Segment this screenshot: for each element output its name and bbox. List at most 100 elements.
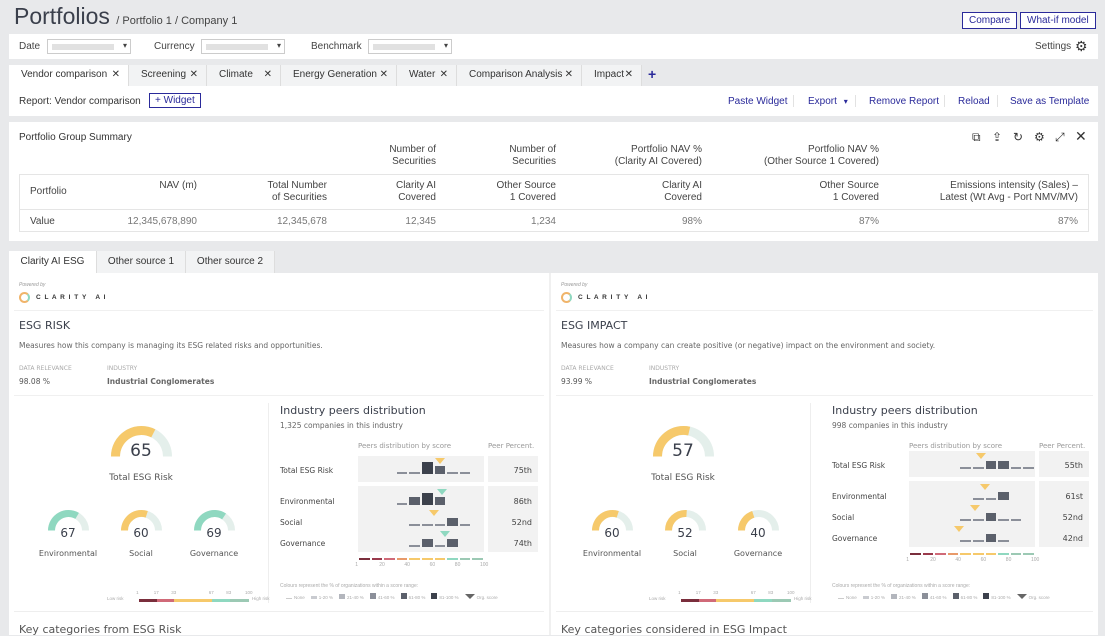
close-tab-icon[interactable]: ✕ (440, 65, 448, 85)
distribution-bin (447, 539, 458, 547)
peer-percentile-header: Peer Percent. (1039, 442, 1086, 450)
axis-color-segment (472, 558, 483, 560)
tab-other-source-1[interactable]: Other source 1 (97, 251, 186, 273)
distribution-bin (434, 545, 446, 547)
column-header[interactable]: Clarity AI Covered (396, 180, 436, 204)
sub-score-value: 69 (206, 526, 222, 540)
legend-label: 21-40 % (899, 595, 916, 600)
peer-percentile-value: 52nd (1062, 513, 1083, 522)
tab-label: Climate (219, 69, 253, 80)
distribution-bin (434, 524, 446, 526)
chart-bg (909, 451, 1035, 477)
tab-impact[interactable]: Impact ✕ (582, 65, 642, 86)
benchmark-select[interactable]: ▾ (368, 39, 452, 54)
remove-report-link[interactable]: Remove Report (869, 96, 939, 107)
scale-low-label: Low risk (649, 596, 666, 601)
tab-other-source-2[interactable]: Other source 2 (186, 251, 275, 273)
axis-color-segment (1010, 553, 1022, 555)
date-select[interactable]: ▾ (47, 39, 131, 54)
gear-icon[interactable]: ⚙ (1034, 130, 1045, 144)
tab-vendor-comparison[interactable]: Vendor comparison ✕ (9, 65, 129, 86)
refresh-icon[interactable]: ↻ (1013, 130, 1023, 144)
tab-climate[interactable]: Climate ✕ (207, 65, 281, 86)
compare-button[interactable]: Compare (962, 12, 1018, 29)
distribution-bin (434, 466, 446, 474)
powered-by-label: Powered by (19, 282, 46, 288)
legend-swatch (400, 593, 407, 599)
settings-label[interactable]: Settings (1035, 41, 1071, 52)
column-header[interactable]: Clarity AI Covered (662, 180, 702, 204)
expand-icon[interactable]: ⤢ (1055, 130, 1065, 145)
save-as-template-link[interactable]: Save as Template (1010, 96, 1089, 107)
column-header[interactable]: Emissions intensity (Sales) – Latest (Wt… (940, 180, 1078, 204)
org-score-legend-icon (464, 594, 475, 599)
divider (14, 395, 544, 396)
what-if-model-button[interactable]: What-if model (1020, 12, 1096, 29)
close-tab-icon[interactable]: ✕ (264, 65, 272, 85)
distribution-bin (409, 524, 420, 526)
divider (556, 611, 1093, 612)
distribution-bin (396, 472, 408, 474)
close-icon[interactable]: ✕ (1075, 128, 1087, 145)
legend-label: 61-80 % (960, 595, 978, 600)
copy-icon[interactable]: ⧉ (972, 130, 981, 145)
distribution-bin (998, 492, 1009, 500)
divider (810, 403, 811, 603)
column-header[interactable]: Total Number of Securities (268, 180, 327, 204)
peers-dist-header: Peers distribution by score (909, 442, 1003, 450)
gear-icon[interactable]: ⚙ (1075, 38, 1088, 55)
legend-swatch (952, 593, 959, 599)
add-widget-button[interactable]: + Widget (149, 93, 201, 108)
add-tab-icon[interactable]: + (648, 66, 656, 82)
scale-segment (716, 599, 754, 602)
upload-icon[interactable]: ⇪ (992, 130, 1002, 144)
column-header[interactable]: Other Source 1 Covered (497, 180, 556, 204)
tab-screening[interactable]: Screening ✕ (129, 65, 207, 86)
divider (556, 395, 1093, 396)
close-tab-icon[interactable]: ✕ (190, 65, 198, 85)
total-score-value: 65 (130, 441, 152, 461)
reload-link[interactable]: Reload (958, 96, 990, 107)
column-header[interactable]: NAV (m) (159, 180, 197, 192)
legend-swatch (862, 595, 869, 599)
esg-impact-panel: Powered by C L A R I T Y A I ESG IMPACT Mea… (551, 273, 1098, 636)
scale-tick: 17 (153, 590, 159, 595)
currency-select[interactable]: ▾ (201, 39, 285, 54)
axis-color-segment (384, 558, 395, 560)
axis-tick: 1 (906, 557, 910, 563)
tab-energy-generation[interactable]: Energy Generation ✕ (281, 65, 397, 86)
close-tab-icon[interactable]: ✕ (565, 65, 573, 85)
data-relevance-label: DATA RELEVANCE (19, 365, 72, 372)
close-tab-icon[interactable]: ✕ (625, 65, 633, 85)
report-label: Report: Vendor comparison (19, 96, 141, 107)
distribution-bin (960, 519, 971, 521)
export-dropdown[interactable]: Export ▾ (808, 96, 848, 107)
peer-percentile-header: Peer Percent. (488, 442, 535, 450)
legend-swatch (838, 598, 844, 599)
column-header[interactable]: Portfolio (30, 186, 67, 198)
close-tab-icon[interactable]: ✕ (380, 65, 388, 85)
sub-score-value: 67 (60, 526, 76, 540)
axis-tick: 40 (404, 562, 410, 568)
paste-widget-link[interactable]: Paste Widget (728, 96, 787, 107)
axis-color-segment (985, 553, 997, 555)
distribution-bin (960, 467, 971, 469)
distribution-bin (1010, 519, 1022, 521)
industry-value: Industrial Conglomerates (107, 377, 215, 386)
tab-clarity-ai-esg[interactable]: Clarity AI ESG (9, 251, 97, 273)
benchmark-label: Benchmark (311, 41, 362, 52)
column-header[interactable]: Other Source 1 Covered (820, 180, 879, 204)
distribution-bin (985, 461, 997, 469)
close-tab-icon[interactable]: ✕ (112, 65, 120, 85)
tab-water[interactable]: Water ✕ (397, 65, 457, 86)
peer-row-label: Social (832, 513, 855, 522)
legend-label: Org. score (1028, 595, 1050, 600)
data-relevance-value: 93.99 % (561, 377, 592, 386)
date-label: Date (19, 41, 41, 52)
breadcrumb[interactable]: / Portfolio 1 / Company 1 (116, 15, 237, 27)
distribution-bin (985, 498, 997, 500)
axis-color-segment (447, 558, 458, 560)
tab-comparison-analysis[interactable]: Comparison Analysis ✕ (457, 65, 582, 86)
peer-row-label: Total ESG Risk (280, 466, 334, 475)
currency-label: Currency (154, 41, 195, 52)
